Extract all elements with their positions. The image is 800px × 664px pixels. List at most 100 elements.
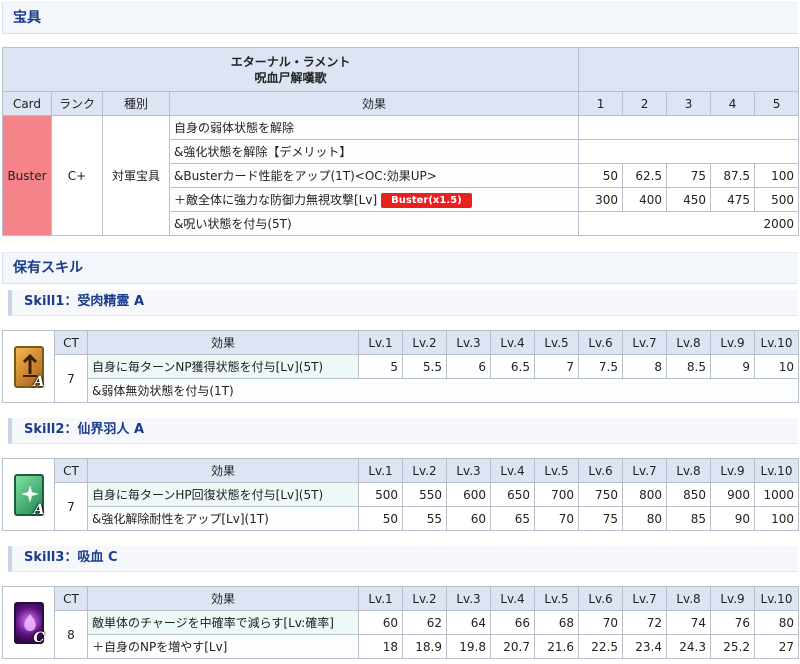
skill1-ct: 7: [54, 354, 88, 403]
skill1-effect-2: &弱体無効状態を付与(1T): [87, 378, 799, 403]
np-effect-2: &強化状態を解除【デメリット】: [168, 139, 580, 164]
skill1-header-lv: Lv.7: [622, 330, 667, 355]
np-effect-3-value: 100: [754, 163, 800, 188]
skill1-header-lv: Lv.4: [490, 330, 535, 355]
skill1-effect-1-value: 6: [446, 354, 491, 379]
np-effect-3-value: 62.5: [622, 163, 668, 188]
skill2-header-lv: Lv.9: [710, 458, 755, 483]
skill1-effect-1-value: 10: [754, 354, 799, 379]
skill2-effect-2-value: 70: [534, 506, 579, 531]
drain-icon: C: [13, 601, 45, 646]
skill3-header-lv: Lv.5: [534, 586, 579, 611]
np-effect-5: &呪い状態を付与(5T): [168, 211, 580, 236]
skill3-effect-2-value: 20.7: [490, 634, 535, 659]
skill1-effect-1-value: 6.5: [490, 354, 535, 379]
buff-up-icon: A: [13, 345, 45, 390]
skill3-effect-2-value: 22.5: [578, 634, 623, 659]
skill1-header-lv: Lv.8: [666, 330, 711, 355]
buster-badge: Buster(x1.5): [381, 193, 472, 208]
np-card-cell: Buster: [2, 115, 52, 236]
skill2-header-lv: Lv.10: [754, 458, 799, 483]
np-effect-5-value: 2000: [578, 211, 800, 236]
skills-section-title: 保有スキル: [2, 252, 798, 284]
np-type-cell: 対軍宝具: [102, 115, 170, 236]
skill3-ct: 8: [54, 610, 88, 659]
skill3-effect-2-value: 23.4: [622, 634, 667, 659]
np-table: エターナル・ラメント 呪血尸解嘆歌 Card ランク 種別 効果 1 2 3 4…: [1, 47, 800, 236]
skill2-effect-1-value: 500: [358, 482, 403, 507]
skill2-header-lv: Lv.8: [666, 458, 711, 483]
skill3-effect-1-value: 74: [666, 610, 711, 635]
np-effect-2-blank: [578, 139, 800, 164]
skill2-header-lv: Lv.7: [622, 458, 667, 483]
skill1-header-lv: Lv.1: [358, 330, 403, 355]
skill2-table: A CT 効果 Lv.1 Lv.2 Lv.3 Lv.4 Lv.5 Lv.6 Lv…: [2, 458, 799, 531]
skill1-header-lv: Lv.2: [402, 330, 447, 355]
skill1-header-lv: Lv.6: [578, 330, 623, 355]
skill3-title: Skill3：吸血 C: [8, 546, 798, 572]
skill1-header-lv: Lv.10: [754, 330, 799, 355]
skill2-effect-2: &強化解除耐性をアップ[Lv](1T): [87, 506, 359, 531]
header-card: Card: [2, 91, 52, 116]
skill2-header-ct: CT: [54, 458, 88, 483]
np-effect-3-value: 87.5: [710, 163, 756, 188]
np-effect-4-text: ＋敵全体に強力な防御力無視攻撃[Lv]: [174, 193, 378, 207]
skill2-effect-1-value: 800: [622, 482, 667, 507]
skill3-rank-letter: C: [33, 629, 45, 646]
header-level-2: 2: [622, 91, 668, 116]
skill2-header-lv: Lv.3: [446, 458, 491, 483]
skill3-effect-1-value: 68: [534, 610, 579, 635]
skill1-title: Skill1：受肉精霊 A: [8, 290, 798, 316]
np-section-title: 宝具: [2, 2, 798, 34]
header-effect: 効果: [168, 91, 580, 116]
np-effect-4-value: 300: [578, 187, 624, 212]
skill3-effect-1-value: 72: [622, 610, 667, 635]
np-rank-cell: C+: [51, 115, 103, 236]
np-effect-1-blank: [578, 115, 800, 140]
skill3-effect-1-value: 60: [358, 610, 403, 635]
skill1-effect-1: 自身に毎ターンNP獲得状態を付与[Lv](5T): [87, 354, 359, 379]
skill3-effect-1-value: 64: [446, 610, 491, 635]
skill2-effect-1-value: 600: [446, 482, 491, 507]
np-effect-3: &Busterカード性能をアップ(1T)<OC:効果UP>: [168, 163, 580, 188]
skill2-effect-2-value: 85: [666, 506, 711, 531]
np-effect-1: 自身の弱体状態を解除: [168, 115, 580, 140]
skill1-header-lv: Lv.5: [534, 330, 579, 355]
skill2-effect-1-value: 650: [490, 482, 535, 507]
header-level-1: 1: [578, 91, 624, 116]
skill1-effect-1-value: 5: [358, 354, 403, 379]
heal-sparkle-icon: A: [13, 473, 45, 518]
skill2-effect-1: 自身に毎ターンHP回復状態を付与[Lv](5T): [87, 482, 359, 507]
skill2-title: Skill2：仙界羽人 A: [8, 418, 798, 444]
skill1-header-effect: 効果: [87, 330, 359, 355]
skill3-effect-1-value: 70: [578, 610, 623, 635]
skill1-icon-cell: A: [2, 330, 55, 403]
skill2-effect-1-value: 900: [710, 482, 755, 507]
skill2-effect-1-value: 1000: [754, 482, 799, 507]
skill1-effect-1-value: 7: [534, 354, 579, 379]
skill2-effect-2-value: 50: [358, 506, 403, 531]
skill1-header-ct: CT: [54, 330, 88, 355]
np-name-blank: [578, 47, 800, 92]
header-level-3: 3: [666, 91, 712, 116]
skill3-header-lv: Lv.8: [666, 586, 711, 611]
skill3-header-effect: 効果: [87, 586, 359, 611]
skill3-header-lv: Lv.7: [622, 586, 667, 611]
skill1-effect-1-value: 5.5: [402, 354, 447, 379]
skill2-rank-letter: A: [33, 501, 45, 518]
skill1-table: A CT 効果 Lv.1 Lv.2 Lv.3 Lv.4 Lv.5 Lv.6 Lv…: [2, 330, 799, 403]
np-name-cell: エターナル・ラメント 呪血尸解嘆歌: [1, 47, 580, 92]
skill3-effect-2-value: 18.9: [402, 634, 447, 659]
np-effect-4-value: 400: [622, 187, 668, 212]
skill1-effect-1-value: 7.5: [578, 354, 623, 379]
skill1-rank-letter: A: [33, 373, 45, 390]
skill3-header-lv: Lv.10: [754, 586, 799, 611]
skill2-effect-2-value: 55: [402, 506, 447, 531]
skill3-effect-2-value: 24.3: [666, 634, 711, 659]
skill2-header-lv: Lv.2: [402, 458, 447, 483]
skill2-effect-2-value: 75: [578, 506, 623, 531]
skill3-icon-cell: C: [2, 586, 55, 659]
np-name: エターナル・ラメント: [230, 54, 351, 69]
header-level-5: 5: [754, 91, 800, 116]
skill2-icon-cell: A: [2, 458, 55, 531]
